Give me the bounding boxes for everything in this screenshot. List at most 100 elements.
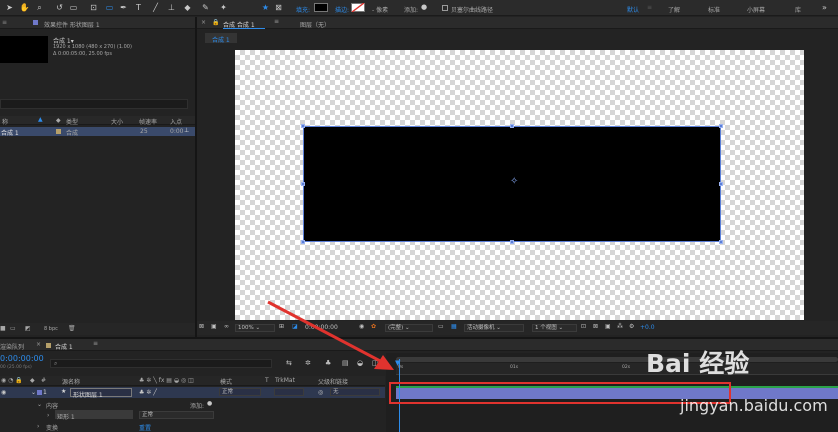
- flowchart-viewer-icon[interactable]: ⁂: [617, 323, 623, 330]
- bezier-checkbox[interactable]: [442, 5, 448, 11]
- parent-dropdown[interactable]: 无: [330, 388, 380, 396]
- puppet-tool-icon[interactable]: ✦: [218, 2, 229, 13]
- label-color-swatch[interactable]: [56, 129, 61, 134]
- layer-label-color[interactable]: [37, 390, 42, 395]
- exposure-reset-icon[interactable]: ⚙: [629, 323, 634, 330]
- sort-up-icon[interactable]: ▲: [38, 116, 43, 123]
- close-timeline-icon[interactable]: ×: [36, 341, 41, 348]
- expand-layer-icon[interactable]: ⌄: [31, 389, 36, 396]
- col-parent[interactable]: 父级和链接: [318, 377, 348, 386]
- contents-add-label[interactable]: 添加:: [190, 401, 204, 410]
- interpret-footage-icon[interactable]: ■: [0, 325, 6, 332]
- transparency-grid-icon[interactable]: ▦: [451, 323, 457, 330]
- col-size[interactable]: 大小: [111, 117, 123, 126]
- rotate-tool-icon[interactable]: ↺: [54, 2, 65, 13]
- contents-add-icon[interactable]: ●: [207, 400, 212, 407]
- render-queue-tab[interactable]: 渲染队列: [0, 342, 24, 351]
- effect-controls-tab[interactable]: 效果控件 形状图层 1: [44, 20, 100, 29]
- delete-icon[interactable]: 🗑: [68, 325, 76, 332]
- timeline-icon[interactable]: ▣: [605, 323, 611, 330]
- expand-transform-icon[interactable]: ›: [37, 423, 39, 430]
- workspace-overflow-icon[interactable]: »: [822, 3, 827, 12]
- tool-option-icon[interactable]: ⊠: [273, 2, 284, 13]
- rectangle-tool-icon[interactable]: ▭: [104, 2, 115, 13]
- col-number[interactable]: #: [41, 377, 46, 384]
- comp-canvas[interactable]: ✧: [235, 50, 804, 320]
- mask-icon[interactable]: ∞: [224, 323, 229, 330]
- layer-row[interactable]: ◉ ⌄ 1 ★ 形状图层 1 ♣ ✲ ╱ 正常 ◎ 无: [0, 387, 385, 399]
- col-type[interactable]: 类型: [66, 117, 78, 126]
- bpc-button[interactable]: 8 bpc: [44, 326, 58, 332]
- tab-menu-icon[interactable]: ≡: [274, 18, 279, 25]
- handle-top-right[interactable]: [719, 124, 723, 128]
- always-preview-icon[interactable]: ⊠: [199, 323, 204, 330]
- col-mode[interactable]: 模式: [220, 377, 232, 386]
- camera-dropdown[interactable]: 活动摄像机 ⌄: [464, 324, 524, 332]
- pan-behind-tool-icon[interactable]: ⊡: [88, 2, 99, 13]
- roto-brush-tool-icon[interactable]: ✎: [200, 2, 211, 13]
- timeline-comp-tab[interactable]: 合成 1: [55, 342, 73, 351]
- handle-top-left[interactable]: [301, 124, 305, 128]
- workspace-small-screen[interactable]: 小屏幕: [747, 5, 765, 14]
- shape-name-field[interactable]: 矩形 1: [55, 410, 133, 421]
- expand-contents-icon[interactable]: ⌄: [37, 401, 42, 408]
- region-icon[interactable]: ▣: [211, 323, 217, 330]
- visibility-eye-icon[interactable]: ◉: [1, 389, 6, 396]
- time-graph[interactable]: 0s 01s 02s ▼: [386, 353, 838, 432]
- selection-tool-icon[interactable]: ➤: [4, 2, 15, 13]
- timeline-timecode[interactable]: 0:00:00:00: [0, 354, 44, 363]
- pickwhip-icon[interactable]: ◎: [318, 389, 323, 396]
- handle-middle-left[interactable]: [301, 182, 305, 186]
- brush-tool-icon[interactable]: ╱: [150, 2, 161, 13]
- stroke-width-value[interactable]: - 像素: [372, 5, 388, 14]
- trkmat-dropdown[interactable]: [274, 388, 304, 396]
- fill-label[interactable]: 填充:: [296, 5, 310, 14]
- layer-name-field[interactable]: 形状图层 1: [70, 388, 132, 399]
- close-tab-icon[interactable]: ×: [201, 19, 206, 26]
- pen-tool-icon[interactable]: ✒: [118, 2, 129, 13]
- fast-preview-icon[interactable]: ⊠: [593, 323, 598, 330]
- handle-bottom-right[interactable]: [719, 240, 723, 244]
- zoom-tool-icon[interactable]: ⌕: [34, 2, 45, 13]
- workspace-learn[interactable]: 了解: [668, 5, 680, 14]
- add-menu-icon[interactable]: ●: [421, 3, 427, 11]
- roi-icon[interactable]: ▭: [438, 323, 444, 330]
- toggle-pixel-icon[interactable]: ⊡: [581, 323, 586, 330]
- col-fps[interactable]: 帧速率: [139, 117, 157, 126]
- views-dropdown[interactable]: 1 个视图 ⌄: [532, 324, 577, 332]
- flowchart-icon[interactable]: ⊥: [184, 127, 189, 134]
- project-item-row[interactable]: 合成 1 合成 25 0:00 ⊥: [0, 127, 195, 137]
- exposure-value[interactable]: +0.0: [640, 324, 655, 331]
- time-ruler[interactable]: 0s 01s 02s: [396, 363, 838, 375]
- work-area-bar[interactable]: [396, 357, 838, 362]
- av-features-icon[interactable]: ◉ ◔ 🔒: [1, 377, 23, 384]
- col-trkmat[interactable]: TrkMat: [275, 377, 295, 384]
- handle-bottom-middle[interactable]: [510, 240, 514, 244]
- contents-row[interactable]: ⌄ 内容 添加: ●: [0, 399, 385, 410]
- comp-subtab[interactable]: 合成 1: [205, 33, 237, 44]
- panel-menu-icon[interactable]: ≡: [2, 19, 7, 26]
- workspace-library[interactable]: 库: [795, 5, 801, 14]
- workspace-default[interactable]: 默认: [627, 5, 639, 14]
- layer-switches[interactable]: ♣ ✲ ╱: [139, 389, 157, 396]
- shape-row[interactable]: › 矩形 1 正常: [0, 410, 385, 421]
- clone-stamp-tool-icon[interactable]: ⊥: [166, 2, 177, 13]
- expand-shape-icon[interactable]: ›: [47, 412, 49, 419]
- col-name[interactable]: 称: [2, 117, 8, 126]
- stroke-swatch[interactable]: [351, 3, 365, 12]
- new-comp-icon[interactable]: ◩: [25, 325, 31, 332]
- handle-bottom-left[interactable]: [301, 240, 305, 244]
- new-folder-icon[interactable]: ▭: [10, 325, 16, 332]
- camera-tool-icon[interactable]: ▭: [68, 2, 79, 13]
- col-source-name[interactable]: 源名称: [62, 377, 80, 386]
- star-shape-icon[interactable]: ★: [260, 2, 271, 13]
- handle-top-middle[interactable]: [510, 124, 514, 128]
- workspace-standard[interactable]: 标准: [708, 5, 720, 14]
- add-label[interactable]: 添加:: [404, 5, 418, 14]
- layer-tab[interactable]: 图层（无）: [300, 20, 330, 29]
- timeline-menu-icon[interactable]: ≡: [93, 340, 98, 347]
- col-in[interactable]: 入点: [170, 117, 182, 126]
- timeline-search-input[interactable]: ⌕: [50, 359, 272, 368]
- lock-icon[interactable]: 🔒: [212, 19, 219, 26]
- eraser-tool-icon[interactable]: ◆: [182, 2, 193, 13]
